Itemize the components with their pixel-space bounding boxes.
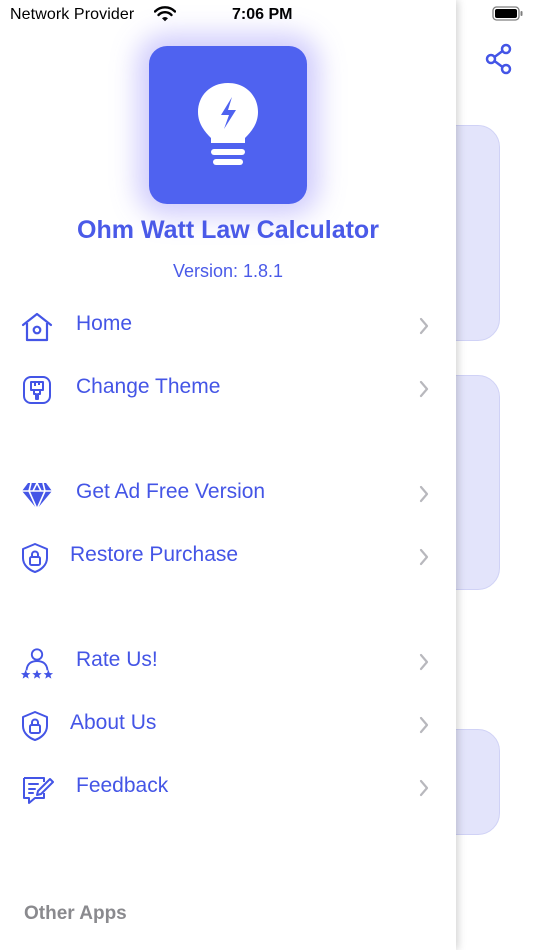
shield-lock-icon <box>18 541 52 575</box>
app-title: Ohm Watt Law Calculator <box>77 216 379 244</box>
menu-item-about-us[interactable]: About Us <box>0 697 456 753</box>
carrier-name: Network Provider <box>10 6 135 23</box>
menu-label-about-us: About Us <box>70 711 157 734</box>
status-bar: Network Provider 7:06 PM <box>0 0 456 30</box>
paintbrush-icon <box>20 373 54 407</box>
chevron-right-icon <box>417 652 431 672</box>
shield-lock-icon <box>18 709 52 743</box>
menu-label-restore-purchase: Restore Purchase <box>70 543 239 566</box>
battery-icon <box>492 6 524 22</box>
wifi-icon <box>153 6 177 22</box>
menu-item-home[interactable]: Home <box>0 298 456 354</box>
edit-note-icon <box>20 772 54 806</box>
app-logo <box>149 46 307 204</box>
other-apps-heading: Other Apps <box>24 903 127 924</box>
chevron-right-icon <box>417 379 431 399</box>
chevron-right-icon <box>417 547 431 567</box>
app-version: Version: 1.8.1 <box>172 261 284 281</box>
status-time: 7:06 PM <box>232 6 293 23</box>
menu-label-home: Home <box>76 312 133 335</box>
home-icon <box>20 310 54 344</box>
menu-item-get-ad-free[interactable]: Get Ad Free Version <box>0 466 456 522</box>
chevron-right-icon <box>417 484 431 504</box>
menu-item-change-theme[interactable]: Change Theme <box>0 361 456 417</box>
menu-label-feedback: Feedback <box>76 774 169 797</box>
menu-label-rate-us: Rate Us! <box>76 648 158 671</box>
chevron-right-icon <box>417 715 431 735</box>
user-stars-icon <box>20 646 54 680</box>
navigation-drawer: Network Provider 7:06 PM Ohm Watt Law Ca… <box>0 0 456 950</box>
menu-label-change-theme: Change Theme <box>76 375 221 398</box>
lightbulb-bolt-icon <box>198 83 258 165</box>
share-icon[interactable] <box>480 40 518 78</box>
menu-item-rate-us[interactable]: Rate Us! <box>0 634 456 690</box>
diamond-icon <box>20 478 54 512</box>
chevron-right-icon <box>417 778 431 798</box>
menu-item-restore-purchase[interactable]: Restore Purchase <box>0 529 456 585</box>
chevron-right-icon <box>417 316 431 336</box>
menu-item-feedback[interactable]: Feedback <box>0 760 456 816</box>
menu-label-get-ad-free: Get Ad Free Version <box>76 480 266 503</box>
